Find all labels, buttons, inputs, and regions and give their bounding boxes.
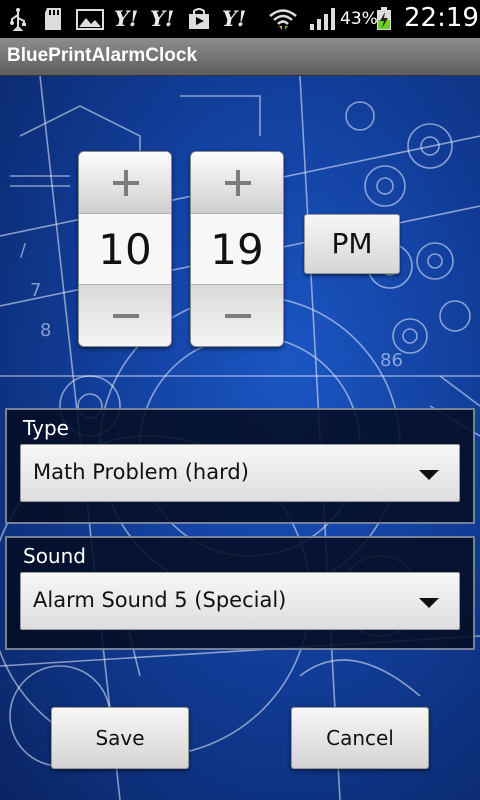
yahoo-icon: Y! [222,6,247,31]
plus-icon [113,170,139,196]
type-label: Type [23,416,69,440]
type-spinner[interactable]: Math Problem (hard) [20,444,460,502]
usb-icon [10,8,26,31]
gallery-icon [76,9,104,30]
sound-selected-value: Alarm Sound 5 (Special) [33,588,287,612]
blueprint-glyph: 7 [30,280,41,301]
hour-increment-button[interactable] [79,152,171,214]
sd-card-icon [45,8,61,30]
sound-spinner[interactable]: Alarm Sound 5 (Special) [20,572,460,630]
cancel-button[interactable]: Cancel [291,707,429,769]
app-title: BluePrintAlarmClock [7,45,198,66]
yahoo-icon: Y! [114,6,139,31]
hour-picker: 10 [78,151,172,347]
blueprint-glyph: 86 [380,350,403,371]
clock-time: 22:19 [404,3,479,33]
hour-decrement-button[interactable] [79,284,171,346]
main-content: / 7 8 86 10 19 PM Type Math Problem (har… [0,76,480,800]
minute-picker: 19 [190,151,284,347]
dropdown-arrow-icon [419,598,439,608]
shopping-bag-icon [189,8,209,29]
save-button[interactable]: Save [51,707,189,769]
title-bar: BluePrintAlarmClock [0,38,480,76]
sound-panel: Sound Alarm Sound 5 (Special) [5,536,475,650]
blueprint-glyph: / [20,240,27,261]
dropdown-arrow-icon [419,470,439,480]
plus-icon [225,170,251,196]
battery-percent: 43% [340,9,378,29]
ampm-toggle-button[interactable]: PM [304,214,400,274]
minus-icon [113,314,139,318]
sound-label: Sound [23,544,86,568]
minute-value[interactable]: 19 [191,214,283,286]
wifi-icon [269,9,297,30]
blueprint-glyph: 8 [40,320,51,341]
status-bar: Y! Y! Y! 43% 22:19 [0,0,480,38]
minute-increment-button[interactable] [191,152,283,214]
signal-icon [310,8,335,30]
minus-icon [225,314,251,318]
minute-decrement-button[interactable] [191,284,283,346]
type-selected-value: Math Problem (hard) [33,460,249,484]
yahoo-icon: Y! [150,6,175,31]
type-panel: Type Math Problem (hard) [5,408,475,524]
hour-value[interactable]: 10 [79,214,171,286]
battery-charging-icon [377,7,391,30]
